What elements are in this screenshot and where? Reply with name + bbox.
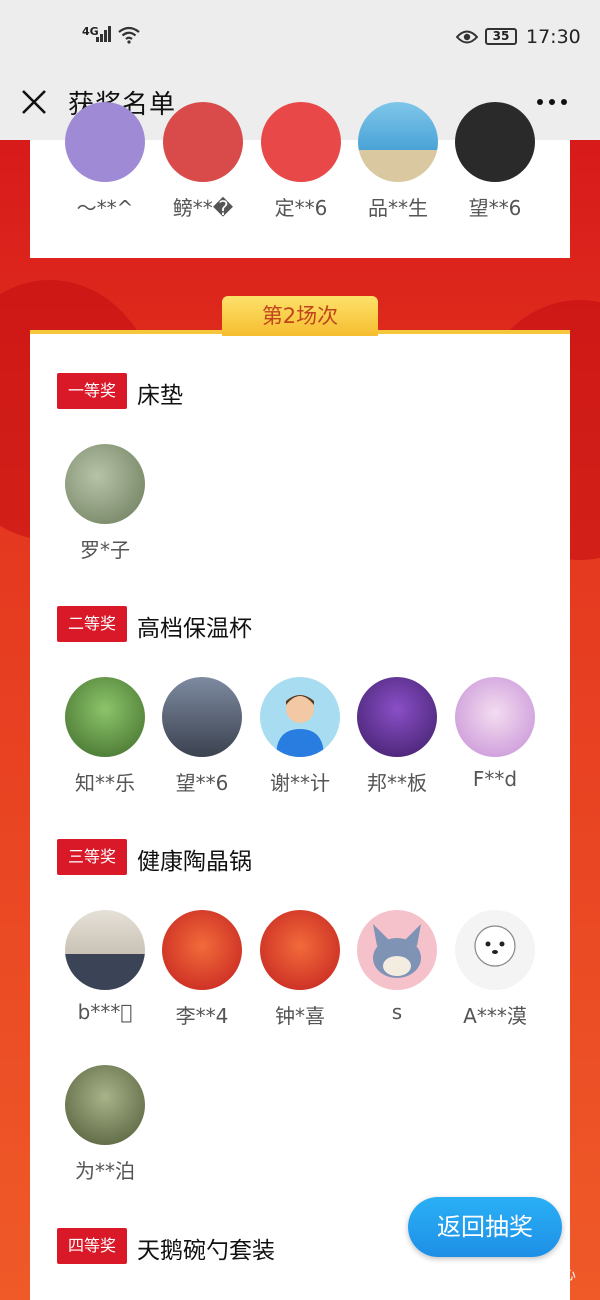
winner-name: 知**乐 [75, 771, 135, 795]
prize-name-fourth: 天鹅碗勺套装 [137, 1238, 275, 1264]
round-label: 第2场次 [222, 296, 378, 336]
winner[interactable]: 望**6 [162, 677, 242, 796]
winner-name: b***  [77, 1000, 133, 1024]
prize-name-third: 健康陶晶锅 [137, 849, 252, 875]
winner-name: 邦**板 [367, 771, 427, 795]
winner-name: 望**6 [175, 771, 229, 795]
prize-tag-second: 二等奖 [57, 606, 127, 642]
winner-name: 品**生 [368, 196, 428, 220]
cartoon-cat-icon [373, 924, 421, 978]
avatar [163, 102, 243, 182]
wifi-icon [118, 26, 140, 44]
avatar [65, 910, 145, 990]
close-icon[interactable] [20, 88, 48, 116]
winner[interactable]: 鳑**� [163, 102, 243, 221]
winner[interactable]: b***  [65, 910, 145, 1024]
previous-winners-card: ～**^ 鳑**� 定**6 品**生 望**6 [30, 102, 570, 258]
avatar [162, 677, 242, 757]
winner-name: 钟*喜 [275, 1004, 325, 1028]
winner-name: 李**4 [175, 1004, 229, 1028]
eye-comfort-icon [456, 30, 478, 44]
avatar [65, 677, 145, 757]
winner[interactable]: 为**泊 [65, 1065, 145, 1184]
avatar [455, 910, 535, 990]
wechat-icon: ◔ [408, 1265, 422, 1283]
winner[interactable]: 李**4 [162, 910, 242, 1029]
clock: 17:30 [526, 26, 581, 48]
avatar [260, 910, 340, 990]
winner[interactable]: 钟*喜 [260, 910, 340, 1029]
avatar [65, 102, 145, 182]
avatar [358, 102, 438, 182]
signal-icon [96, 26, 111, 42]
avatar [261, 102, 341, 182]
prize-tag-first: 一等奖 [57, 373, 127, 409]
winner-name: 罗*子 [80, 538, 130, 562]
winner[interactable]: 罗*子 [65, 444, 145, 563]
winner[interactable]: 定**6 [261, 102, 341, 221]
winner[interactable]: F**d [455, 677, 535, 791]
more-options-icon[interactable] [536, 98, 568, 106]
winner[interactable]: 谢**计 [260, 677, 340, 796]
winner-name: 定**6 [274, 196, 328, 220]
prize-name-first: 床垫 [137, 383, 183, 409]
watermark: ◔ 邦元名匠家居定制中心 [408, 1263, 576, 1284]
winner-name: 为**泊 [75, 1159, 135, 1183]
battery-indicator: 35 [485, 28, 517, 45]
winner[interactable]: 邦**板 [357, 677, 437, 796]
default-user-icon [276, 695, 324, 757]
prize-name-second: 高档保温杯 [137, 616, 252, 642]
avatar [357, 677, 437, 757]
avatar [455, 102, 535, 182]
winner[interactable]: 知**乐 [65, 677, 145, 796]
winner-name: s [391, 1000, 403, 1024]
winner-name: ～**^ [76, 196, 134, 220]
prize-tag-third: 三等奖 [57, 839, 127, 875]
winner[interactable]: A***漠 [455, 910, 535, 1029]
status-bar: 4G 35 17:30 [0, 0, 600, 70]
avatar [65, 1065, 145, 1145]
watermark-text: 邦元名匠家居定制中心 [425, 1265, 576, 1283]
winner[interactable]: 望**6 [455, 102, 535, 221]
winner-name: A***漠 [463, 1004, 527, 1028]
winner-name: 望**6 [468, 196, 522, 220]
prize-tag-fourth: 四等奖 [57, 1228, 127, 1264]
avatar [357, 910, 437, 990]
avatar [65, 444, 145, 524]
puppy-sketch-icon [474, 925, 516, 967]
winner-name: 谢**计 [270, 771, 330, 795]
winner-name: F**d [472, 767, 518, 791]
winner[interactable]: 品**生 [358, 102, 438, 221]
avatar [162, 910, 242, 990]
avatar [260, 677, 340, 757]
back-to-draw-button[interactable]: 返回抽奖 [408, 1197, 562, 1257]
avatar [455, 677, 535, 757]
winner[interactable]: ～**^ [65, 102, 145, 221]
winner[interactable]: s [357, 910, 437, 1024]
winner-name: 鳑**� [172, 196, 234, 220]
